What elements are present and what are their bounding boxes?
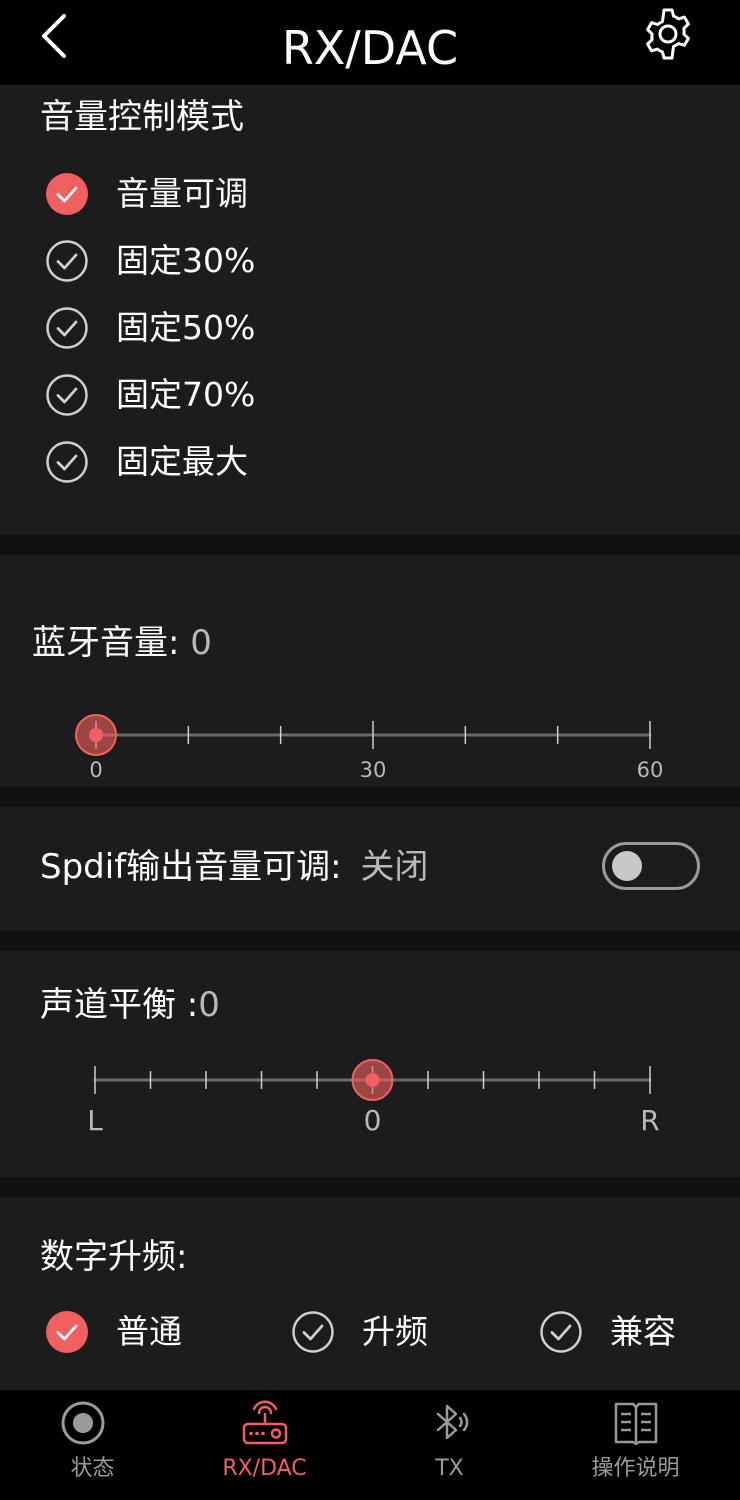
manual-book-icon <box>614 1402 658 1446</box>
bluetooth-volume-slider-thumb[interactable] <box>75 714 117 756</box>
digital-upsample-title: 数字升频: <box>40 1237 188 1277</box>
unchecked-icon <box>292 1311 334 1353</box>
tab-rx-dac[interactable]: RX/DAC <box>172 1390 357 1500</box>
unchecked-icon <box>46 374 88 416</box>
volume-mode-option-4[interactable]: 固定最大 <box>46 440 248 484</box>
bluetooth-volume-panel: 蓝牙音量: 0 0 30 60 <box>0 555 740 787</box>
bottom-tab-bar: 状态 RX/DAC TX 操作说明 <box>0 1390 740 1500</box>
gear-icon[interactable] <box>640 6 696 62</box>
digital-upsample-panel: 数字升频: 普通 升频 兼容 <box>0 1197 740 1390</box>
spdif-state: 关闭 <box>360 847 429 887</box>
top-bar: RX/DAC <box>0 0 740 85</box>
volume-mode-option-1-label: 固定30% <box>116 241 256 280</box>
upsample-option-0-label: 普通 <box>116 1312 182 1351</box>
upsample-option-2-label: 兼容 <box>610 1312 676 1351</box>
tab-tx-label: TX <box>435 1456 464 1481</box>
status-record-icon <box>61 1401 105 1445</box>
volume-mode-option-1[interactable]: 固定30% <box>46 239 255 283</box>
bluetooth-volume-slider-tick-label: 60 <box>637 758 664 782</box>
page-title: RX/DAC <box>281 21 459 75</box>
spdif-label: Spdif输出音量可调: 关闭 <box>40 847 429 887</box>
tab-rx-dac-label: RX/DAC <box>222 1456 307 1481</box>
spdif-panel: Spdif输出音量可调: 关闭 <box>0 807 740 931</box>
volume-mode-option-4-label: 固定最大 <box>116 442 248 481</box>
tab-status[interactable]: 状态 <box>0 1390 185 1500</box>
bluetooth-volume-slider[interactable]: 0 30 60 <box>0 555 740 787</box>
channel-balance-slider-tick-label: 0 <box>364 1104 382 1137</box>
volume-mode-option-3[interactable]: 固定70% <box>46 373 255 417</box>
volume-mode-option-0-label: 音量可调 <box>116 174 248 213</box>
radio-receiver-icon <box>242 1400 288 1445</box>
unchecked-icon <box>46 240 88 282</box>
tab-tx[interactable]: TX <box>357 1390 542 1500</box>
volume-mode-panel: 音量控制模式 音量可调固定30% 固定50% 固定70% 固定最大 <box>0 85 740 535</box>
upsample-option-2[interactable]: 兼容 <box>540 1310 676 1354</box>
bluetooth-volume-slider-tick-label: 0 <box>89 758 102 782</box>
unchecked-icon <box>46 307 88 349</box>
channel-balance-slider-thumb[interactable] <box>351 1059 394 1101</box>
channel-balance-panel: 声道平衡 :0 L0R <box>0 951 740 1177</box>
bluetooth-volume-slider-tick-label: 30 <box>360 758 387 782</box>
checked-icon <box>46 173 88 215</box>
toggle-knob <box>612 851 642 881</box>
tab-status-label: 状态 <box>70 1456 115 1481</box>
tab-manual[interactable]: 操作说明 <box>543 1390 728 1500</box>
upsample-option-1-label: 升频 <box>362 1312 428 1351</box>
checked-icon <box>46 1311 88 1353</box>
volume-mode-option-2-label: 固定50% <box>116 308 256 347</box>
unchecked-icon <box>540 1311 582 1353</box>
upsample-option-0[interactable]: 普通 <box>46 1310 182 1354</box>
volume-mode-option-0[interactable]: 音量可调 <box>46 172 248 216</box>
spdif-toggle[interactable] <box>602 842 700 890</box>
unchecked-icon <box>46 441 88 483</box>
bluetooth-icon <box>436 1404 469 1440</box>
volume-mode-option-3-label: 固定70% <box>116 375 256 414</box>
volume-mode-title: 音量控制模式 <box>40 97 244 137</box>
upsample-option-1[interactable]: 升频 <box>292 1310 428 1354</box>
channel-balance-slider-tick-label: L <box>87 1104 103 1137</box>
channel-balance-slider[interactable]: L 0 R <box>0 951 740 1177</box>
volume-mode-option-2[interactable]: 固定50% <box>46 306 255 350</box>
tab-manual-label: 操作说明 <box>591 1456 680 1481</box>
channel-balance-slider-tick-label: R <box>640 1104 659 1137</box>
